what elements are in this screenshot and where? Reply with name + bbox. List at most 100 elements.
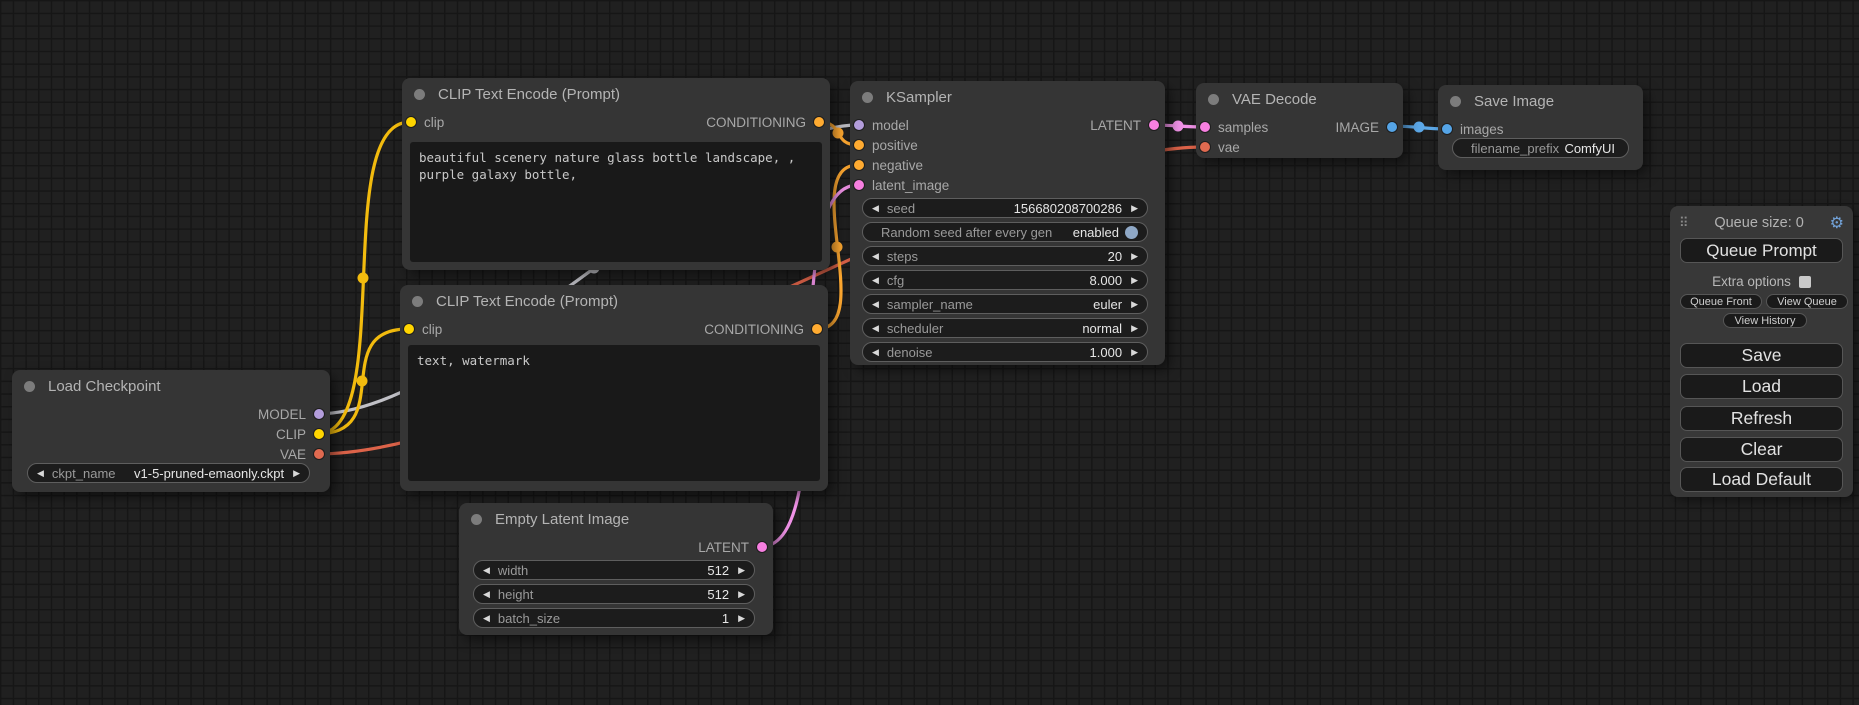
decrement-arrow-icon[interactable]: ◀ [872,252,879,261]
node-ksampler[interactable]: KSampler model positive negative latent_… [850,81,1165,365]
latent-slot-dot[interactable] [1200,122,1210,132]
decrement-arrow-icon[interactable]: ◀ [483,590,490,599]
increment-arrow-icon[interactable]: ▶ [738,590,745,599]
collapse-dot-icon[interactable] [24,381,35,392]
image-slot-dot[interactable] [1442,124,1452,134]
conditioning-slot-dot[interactable] [812,324,822,334]
output-slot-conditioning[interactable]: CONDITIONING [706,112,824,132]
toggle-dot[interactable] [1125,226,1138,239]
conditioning-slot-dot[interactable] [854,160,864,170]
output-slot-image[interactable]: IMAGE [1335,117,1397,137]
increment-arrow-icon[interactable]: ▶ [293,469,300,478]
clip-slot-dot[interactable] [406,117,416,127]
drag-handle-icon[interactable]: ⠿ [1679,215,1689,231]
latent-slot-dot[interactable] [1149,120,1159,130]
widget-filename-prefix[interactable]: filename_prefix ComfyUI [1452,138,1629,158]
output-slot-model[interactable]: MODEL [258,404,324,424]
input-slot-latent-image[interactable]: latent_image [854,175,949,195]
vae-slot-dot[interactable] [1200,142,1210,152]
decrement-arrow-icon[interactable]: ◀ [37,469,44,478]
latent-slot-dot[interactable] [854,180,864,190]
output-slot-vae[interactable]: VAE [280,444,324,464]
decrement-arrow-icon[interactable]: ◀ [483,566,490,575]
queue-prompt-button[interactable]: Queue Prompt [1680,238,1843,263]
prompt-textarea[interactable]: beautiful scenery nature glass bottle la… [410,142,822,262]
increment-arrow-icon[interactable]: ▶ [1131,204,1138,213]
output-slot-clip[interactable]: CLIP [276,424,324,444]
vae-slot-dot[interactable] [314,449,324,459]
increment-arrow-icon[interactable]: ▶ [1131,300,1138,309]
clip-slot-dot[interactable] [404,324,414,334]
input-slot-clip[interactable]: clip [406,112,444,132]
refresh-button[interactable]: Refresh [1680,406,1843,431]
save-button[interactable]: Save [1680,343,1843,368]
queue-front-button[interactable]: Queue Front [1680,294,1762,309]
input-slot-negative[interactable]: negative [854,155,923,175]
collapse-dot-icon[interactable] [414,89,425,100]
node-header[interactable]: CLIP Text Encode (Prompt) [402,78,830,110]
collapse-dot-icon[interactable] [471,514,482,525]
collapse-dot-icon[interactable] [862,92,873,103]
decrement-arrow-icon[interactable]: ◀ [872,324,879,333]
node-clip-text-encode-positive[interactable]: CLIP Text Encode (Prompt) clip CONDITION… [402,78,830,270]
conditioning-slot-dot[interactable] [814,117,824,127]
collapse-dot-icon[interactable] [1208,94,1219,105]
input-slot-positive[interactable]: positive [854,135,918,155]
decrement-arrow-icon[interactable]: ◀ [872,204,879,213]
widget-steps[interactable]: ◀ steps 20 ▶ [862,246,1148,266]
load-default-button[interactable]: Load Default [1680,467,1843,492]
conditioning-slot-dot[interactable] [854,140,864,150]
widget-batch-size[interactable]: ◀ batch_size 1 ▶ [473,608,755,628]
increment-arrow-icon[interactable]: ▶ [1131,324,1138,333]
node-header[interactable]: Save Image [1438,85,1643,117]
image-slot-dot[interactable] [1387,122,1397,132]
increment-arrow-icon[interactable]: ▶ [1131,348,1138,357]
node-header[interactable]: CLIP Text Encode (Prompt) [400,285,828,317]
decrement-arrow-icon[interactable]: ◀ [483,614,490,623]
increment-arrow-icon[interactable]: ▶ [738,566,745,575]
widget-seed[interactable]: ◀ seed 156680208700286 ▶ [862,198,1148,218]
widget-random-seed[interactable]: Random seed after every gen enabled [862,222,1148,242]
model-slot-dot[interactable] [854,120,864,130]
widget-ckpt-name[interactable]: ◀ ckpt_name v1-5-pruned-emaonly.ckpt ▶ [27,463,310,483]
node-header[interactable]: VAE Decode [1196,83,1403,115]
view-history-button[interactable]: View History [1723,313,1807,328]
widget-denoise[interactable]: ◀ denoise 1.000 ▶ [862,342,1148,362]
clip-slot-dot[interactable] [314,429,324,439]
input-slot-model[interactable]: model [854,115,909,135]
latent-slot-dot[interactable] [757,542,767,552]
node-vae-decode[interactable]: VAE Decode samples vae IMAGE [1196,83,1403,158]
node-clip-text-encode-negative[interactable]: CLIP Text Encode (Prompt) clip CONDITION… [400,285,828,491]
extra-options-checkbox[interactable] [1799,276,1811,288]
view-queue-button[interactable]: View Queue [1766,294,1848,309]
load-button[interactable]: Load [1680,374,1843,399]
model-slot-dot[interactable] [314,409,324,419]
node-load-checkpoint[interactable]: Load Checkpoint MODEL CLIP VAE ◀ ckpt_na… [12,370,330,492]
node-save-image[interactable]: Save Image images filename_prefix ComfyU… [1438,85,1643,170]
prompt-textarea[interactable]: text, watermark [408,345,820,481]
graph-canvas[interactable]: Load Checkpoint MODEL CLIP VAE ◀ ckpt_na… [0,0,1859,705]
clear-button[interactable]: Clear [1680,437,1843,462]
collapse-dot-icon[interactable] [1450,96,1461,107]
node-header[interactable]: KSampler [850,81,1165,113]
increment-arrow-icon[interactable]: ▶ [738,614,745,623]
widget-scheduler[interactable]: ◀ scheduler normal ▶ [862,318,1148,338]
widget-height[interactable]: ◀ height 512 ▶ [473,584,755,604]
increment-arrow-icon[interactable]: ▶ [1131,252,1138,261]
widget-sampler-name[interactable]: ◀ sampler_name euler ▶ [862,294,1148,314]
increment-arrow-icon[interactable]: ▶ [1131,276,1138,285]
output-slot-latent[interactable]: LATENT [698,537,767,557]
decrement-arrow-icon[interactable]: ◀ [872,276,879,285]
node-header[interactable]: Empty Latent Image [459,503,773,535]
output-slot-conditioning[interactable]: CONDITIONING [704,319,822,339]
input-slot-clip[interactable]: clip [404,319,442,339]
input-slot-images[interactable]: images [1442,119,1504,139]
node-empty-latent-image[interactable]: Empty Latent Image LATENT ◀ width 512 ▶ … [459,503,773,635]
output-slot-latent[interactable]: LATENT [1090,115,1159,135]
widget-width[interactable]: ◀ width 512 ▶ [473,560,755,580]
node-header[interactable]: Load Checkpoint [12,370,330,402]
decrement-arrow-icon[interactable]: ◀ [872,300,879,309]
decrement-arrow-icon[interactable]: ◀ [872,348,879,357]
widget-cfg[interactable]: ◀ cfg 8.000 ▶ [862,270,1148,290]
input-slot-samples[interactable]: samples [1200,117,1268,137]
